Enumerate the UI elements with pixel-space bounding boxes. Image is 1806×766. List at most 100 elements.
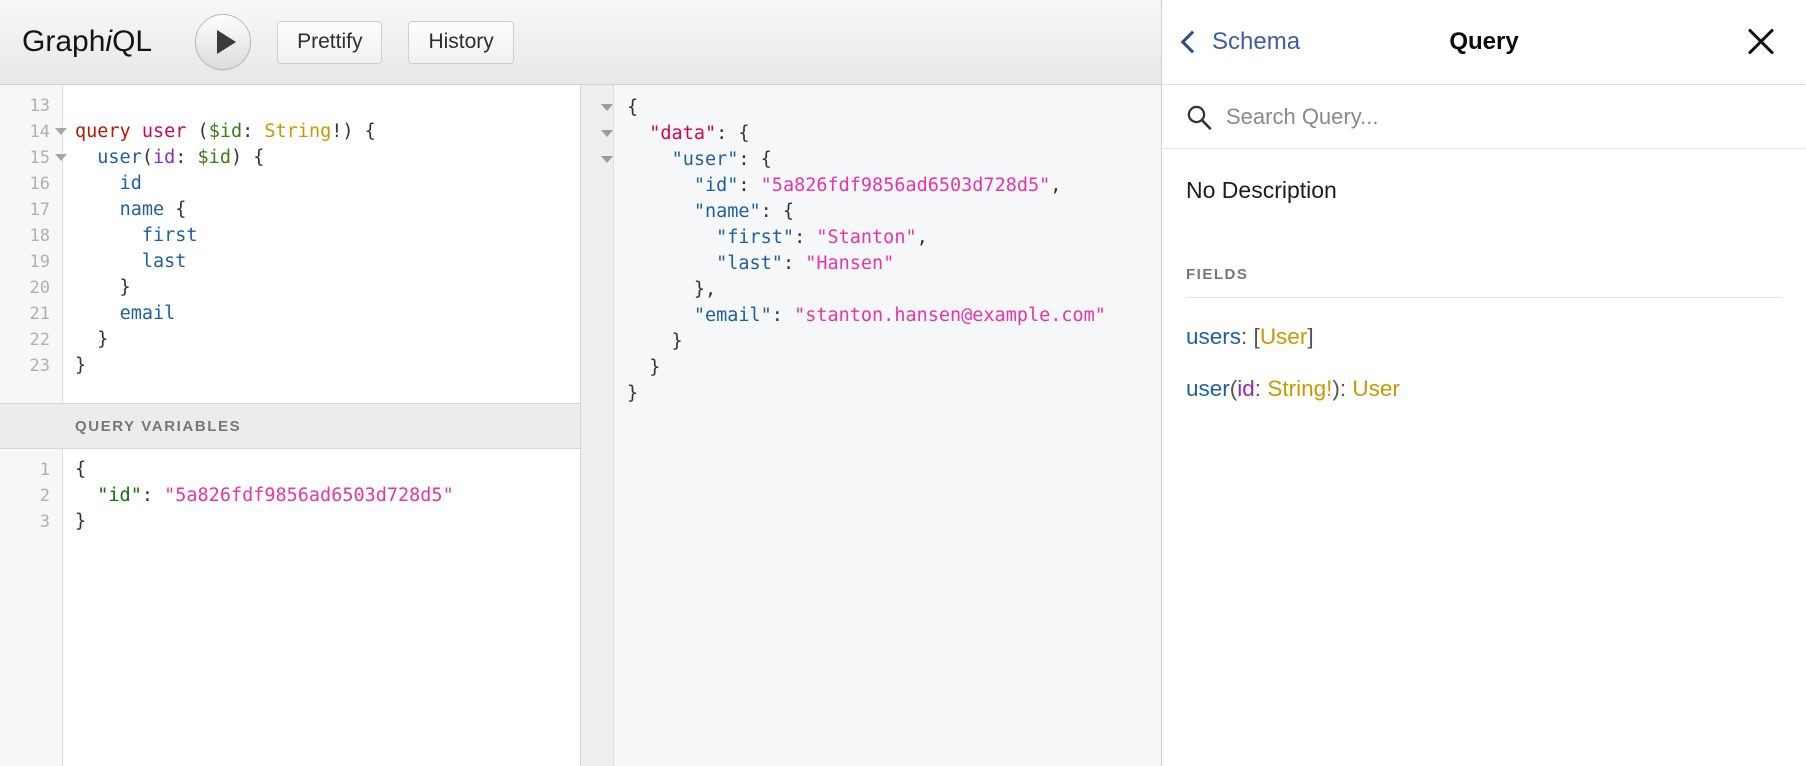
code-token: } <box>75 329 109 350</box>
code-token: email <box>119 303 176 324</box>
doc-field-users[interactable]: users: [User] <box>1186 324 1782 350</box>
doc-explorer-panel: Schema Query No Description FIELDS users… <box>1161 0 1806 766</box>
line-number: 2 <box>39 486 50 506</box>
doc-field-name[interactable]: users <box>1186 324 1241 349</box>
doc-field-user[interactable]: user(id: String!): User <box>1186 376 1782 402</box>
doc-back-button[interactable]: Schema <box>1180 28 1300 56</box>
doc-field-arg-close: ) <box>1332 376 1340 401</box>
line-number: 17 <box>29 200 50 220</box>
code-token: } <box>627 383 639 404</box>
code-token: !) { <box>331 121 376 142</box>
line-number: 23 <box>29 356 50 376</box>
line-number: 15 <box>29 148 50 168</box>
code-line: } <box>627 355 1161 381</box>
doc-search-bar[interactable] <box>1162 85 1806 149</box>
fold-arrow-icon[interactable] <box>601 130 613 137</box>
fold-arrow-icon[interactable] <box>601 104 613 111</box>
doc-field-type[interactable]: User <box>1352 376 1400 401</box>
line-number: 14 <box>29 122 50 142</box>
doc-field-arg-name[interactable]: id <box>1237 376 1255 401</box>
code-token: "name" <box>693 201 761 222</box>
prettify-button[interactable]: Prettify <box>277 20 383 64</box>
code-line: "first": "Stanton", <box>627 225 1161 251</box>
query-editor[interactable]: 13 14 query user ($id: String!) { 15 user(i… <box>0 85 580 403</box>
code-line: 22 } <box>30 327 580 353</box>
code-token: "5a826fdf9856ad6503d728d5" <box>164 485 454 506</box>
code-line: "email": "stanton.hansen@example.com" <box>627 303 1161 329</box>
doc-field-type[interactable]: User <box>1260 324 1308 349</box>
code-line: 18 first <box>30 223 580 249</box>
code-token: name <box>119 199 165 220</box>
code-token: : { <box>760 201 795 222</box>
fold-arrow-icon[interactable] <box>601 156 613 163</box>
code-token: query <box>75 121 131 142</box>
line-number: 1 <box>39 460 50 480</box>
code-line: 3} <box>40 509 580 535</box>
doc-field-arg-sep: : <box>1254 376 1268 401</box>
code-token: "last" <box>716 253 783 274</box>
line-number: 21 <box>29 304 50 324</box>
doc-description: No Description <box>1186 177 1337 203</box>
code-token: ) { <box>230 147 265 168</box>
history-button[interactable]: History <box>408 20 514 64</box>
variables-editor-lines[interactable]: 1 {2 "id": "5a826fdf9856ad6503d728d5" 3} <box>0 449 580 535</box>
code-token: $id <box>208 121 243 142</box>
code-line: 23} <box>30 353 580 379</box>
doc-field-list-close: ] <box>1307 324 1314 349</box>
code-token: : { <box>716 123 750 144</box>
query-variables-header[interactable]: QUERY VARIABLES <box>0 403 580 449</box>
logo-prefix: Graph <box>22 25 106 58</box>
code-token: String <box>264 121 332 142</box>
code-line: } <box>627 329 1161 355</box>
response-viewer[interactable]: { "data": { "user": { "id": "5a826fdf985… <box>581 85 1161 766</box>
code-line: 15 user(id: $id) { <box>30 145 580 171</box>
code-line: 21 email <box>30 301 580 327</box>
code-line: "id": "5a826fdf9856ad6503d728d5", <box>627 173 1161 199</box>
toolbar: GraphiQL Prettify History <box>0 0 1161 85</box>
line-number: 20 <box>29 278 50 298</box>
fold-arrow-icon[interactable] <box>55 154 67 161</box>
fold-arrow-icon[interactable] <box>55 128 67 135</box>
code-token: : <box>141 485 165 506</box>
query-variables-label: QUERY VARIABLES <box>75 417 242 435</box>
code-line: "user": { <box>601 147 1161 173</box>
editor-panes: 13 14 query user ($id: String!) { 15 user(i… <box>0 85 1161 766</box>
code-line: 17 name { <box>30 197 580 223</box>
code-line: 2 "id": "5a826fdf9856ad6503d728d5" <box>40 483 580 509</box>
code-token: : <box>175 147 198 168</box>
code-token: : <box>782 253 806 274</box>
logo-suffix: QL <box>112 25 153 58</box>
code-token: : <box>738 175 761 196</box>
variables-editor[interactable]: 1 {2 "id": "5a826fdf9856ad6503d728d5" 3} <box>0 449 580 766</box>
code-token: { <box>164 199 187 220</box>
code-token: } <box>627 331 683 352</box>
code-token: "user" <box>671 149 739 170</box>
doc-search-input[interactable] <box>1224 102 1782 131</box>
search-icon <box>1186 104 1212 130</box>
doc-field-name[interactable]: user <box>1186 376 1230 401</box>
query-editor-lines[interactable]: 13 14 query user ($id: String!) { 15 user(i… <box>0 85 580 379</box>
code-token: user <box>97 147 142 168</box>
close-icon[interactable] <box>1742 22 1780 60</box>
doc-field-separator: : <box>1241 324 1254 349</box>
code-line: }, <box>627 277 1161 303</box>
code-token: "email" <box>693 305 772 326</box>
code-token: { <box>75 459 87 480</box>
code-token: ( <box>186 121 209 142</box>
code-line: 13 <box>30 93 580 119</box>
doc-divider <box>1186 297 1782 298</box>
code-line: { <box>601 95 1161 121</box>
execute-query-button[interactable] <box>195 14 252 70</box>
doc-field-arg-type[interactable]: String! <box>1267 376 1332 401</box>
doc-explorer-body: No Description FIELDS users: [User] user(… <box>1162 149 1806 766</box>
code-token: last <box>141 251 187 272</box>
